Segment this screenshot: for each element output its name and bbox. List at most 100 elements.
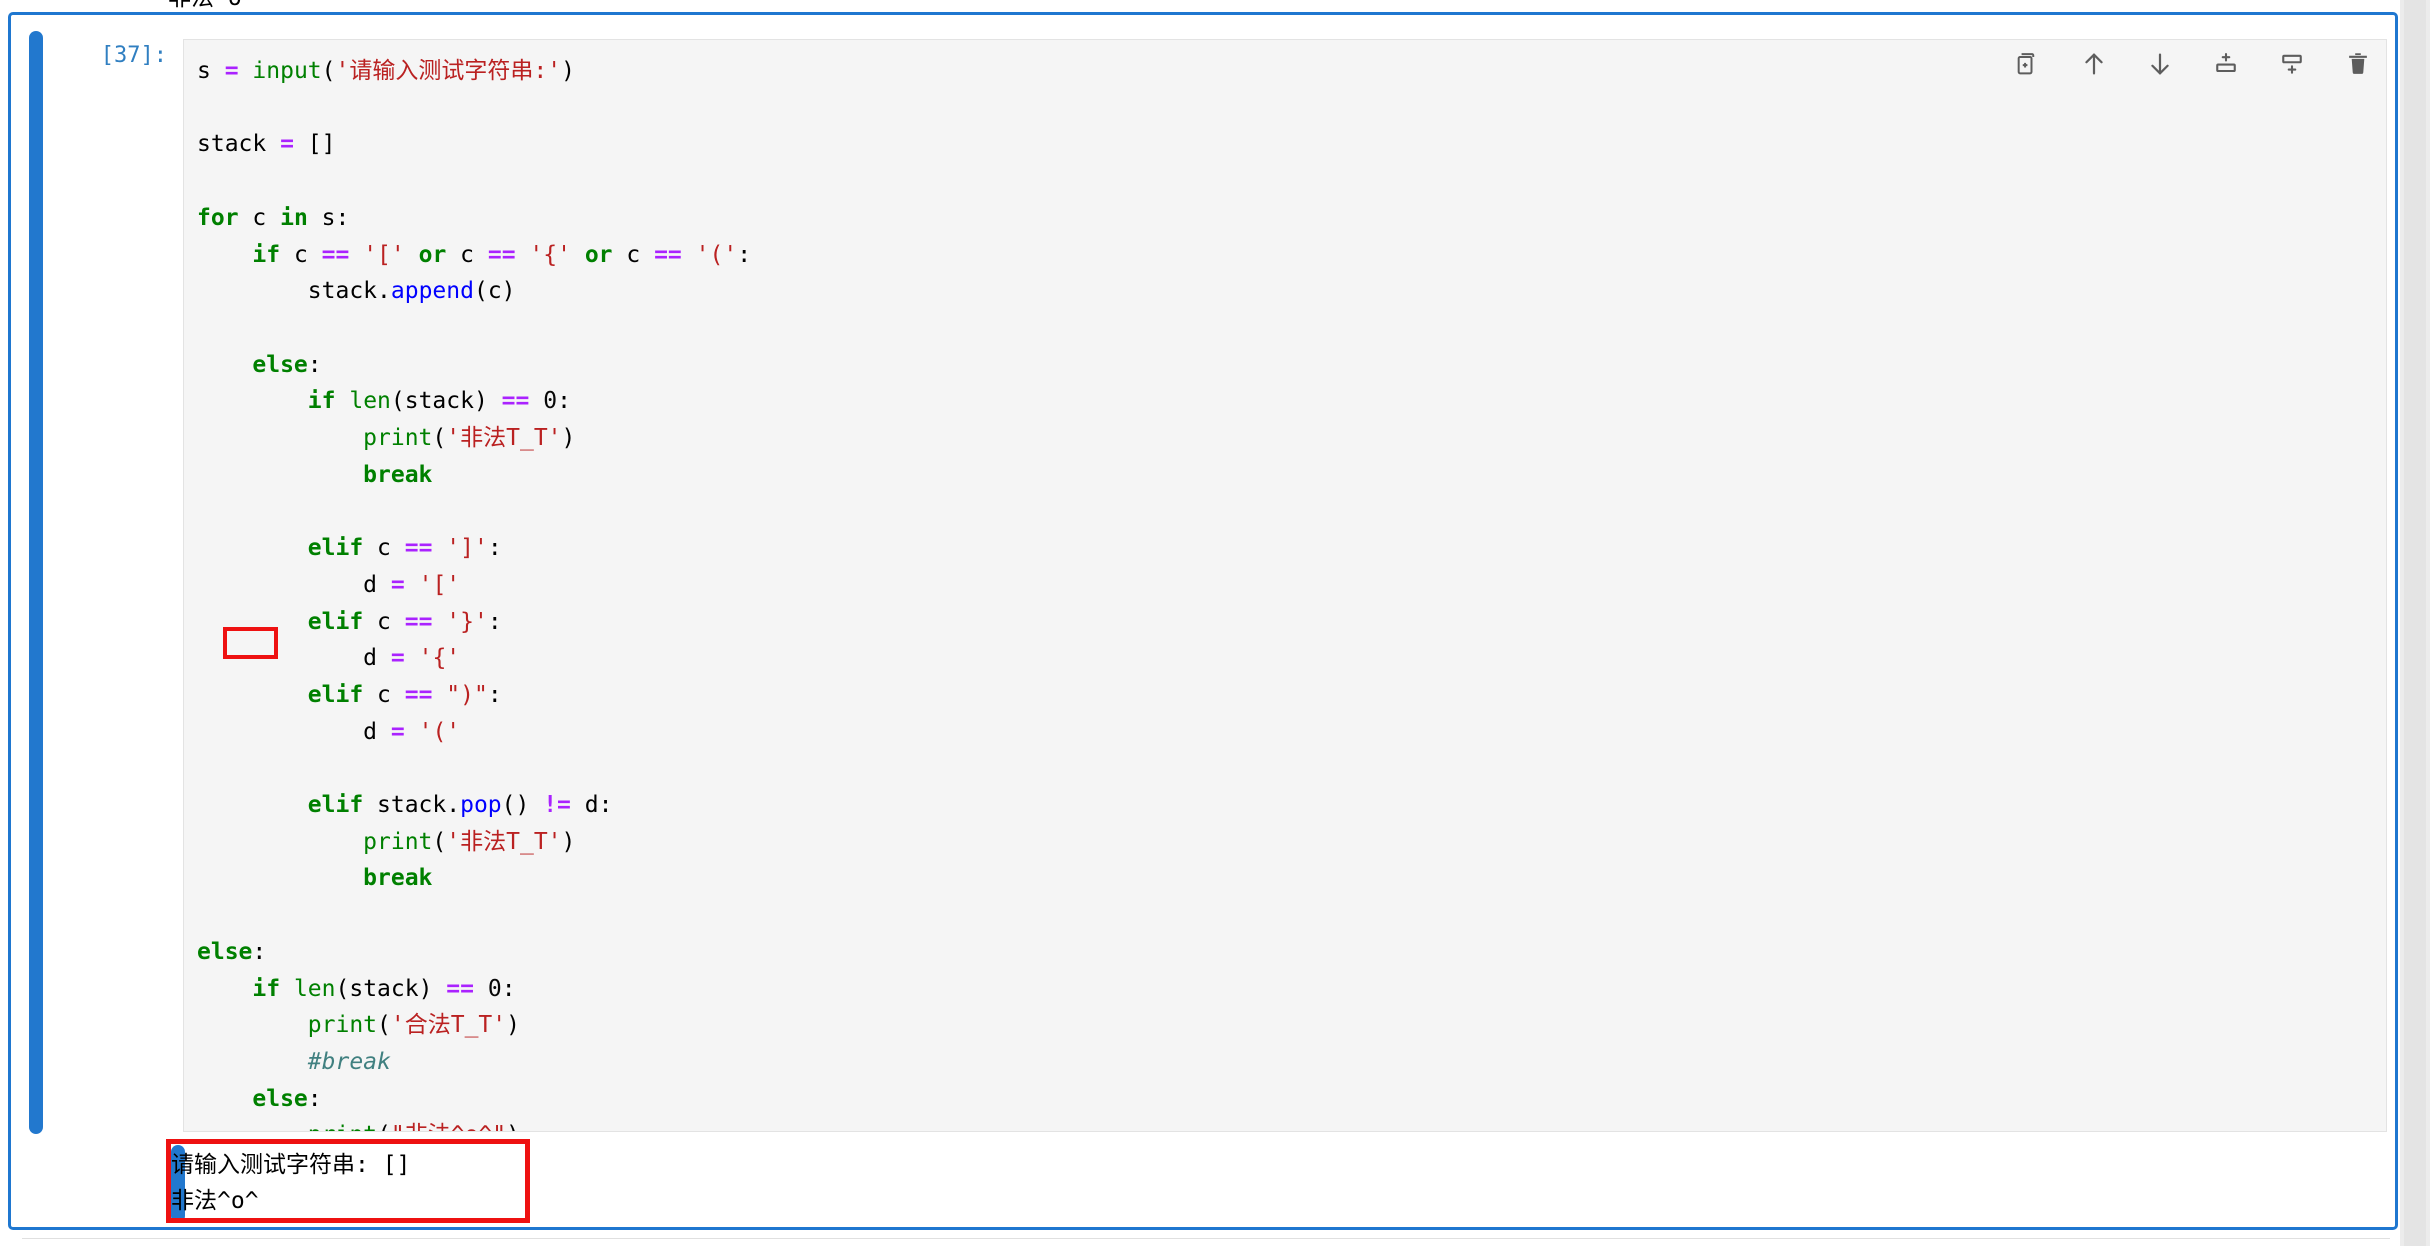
code-token: len xyxy=(293,975,336,1002)
code-token: ( xyxy=(321,58,336,84)
insert-below-icon xyxy=(2278,50,2306,78)
insert-cell-below-button[interactable] xyxy=(2277,49,2307,79)
code-token: if xyxy=(307,388,336,415)
output-line: 请输入测试字符串: [] xyxy=(171,1152,411,1178)
code-token: input xyxy=(252,58,322,84)
code-token: = xyxy=(390,645,405,672)
code-token: : xyxy=(487,681,502,708)
code-token: : xyxy=(252,938,267,965)
code-token: != xyxy=(543,792,571,819)
duplicate-cell-button[interactable] xyxy=(2013,49,2043,79)
code-token: or xyxy=(418,241,447,268)
execution-count-prompt: [37]: xyxy=(100,43,167,68)
cell-toolbar xyxy=(2013,49,2373,79)
code-token: stack. xyxy=(197,278,391,305)
code-content[interactable]: s = input('请输入测试字符串:') stack = [] for c … xyxy=(197,53,751,1131)
trash-icon xyxy=(2344,50,2372,78)
code-token: else xyxy=(252,351,308,378)
code-token: '合法T_T' xyxy=(390,1012,507,1039)
notebook-cell[interactable]: [37]: s = input('请输入测试字符串:') stack = [] … xyxy=(8,12,2398,1230)
code-token: == xyxy=(501,388,530,415)
code-token: stack. xyxy=(363,792,461,819)
code-token: c xyxy=(446,241,488,268)
code-token: : xyxy=(307,351,322,378)
code-token: c xyxy=(280,241,322,268)
move-cell-up-button[interactable] xyxy=(2079,49,2109,79)
code-token: == xyxy=(404,535,433,562)
code-token: '}' xyxy=(446,608,488,635)
cell-selection-bar-input xyxy=(29,31,43,1134)
code-token: s: xyxy=(307,204,350,231)
code-token: #break xyxy=(307,1048,391,1075)
code-token: '(' xyxy=(418,718,461,745)
next-cell-divider xyxy=(22,1238,2390,1246)
code-token: c xyxy=(363,535,405,562)
code-token: ( xyxy=(377,1012,391,1039)
code-token: "非法^o^" xyxy=(391,1122,506,1131)
code-token: or xyxy=(584,241,613,268)
code-token: if xyxy=(252,975,281,1002)
code-token: ")" xyxy=(446,681,488,708)
code-token: 0 xyxy=(487,975,502,1002)
code-token: ) xyxy=(506,1012,520,1039)
code-token: d xyxy=(197,718,391,745)
code-token: = xyxy=(390,571,405,598)
notebook-scrollbar-thumb[interactable] xyxy=(2404,0,2426,1246)
code-token: if xyxy=(252,241,281,268)
code-token: print xyxy=(308,1122,377,1131)
code-token: elif xyxy=(307,681,364,708)
code-token: '请输入测试字符串:' xyxy=(335,58,562,84)
code-token: ) xyxy=(561,58,575,84)
code-token: : xyxy=(557,388,571,415)
code-token: '非法T_T' xyxy=(446,828,562,855)
code-token: ']' xyxy=(446,535,488,562)
code-token: print xyxy=(307,1012,378,1039)
code-token: ( xyxy=(432,425,447,452)
code-token: elif xyxy=(307,608,364,635)
cell-output: 请输入测试字符串: [] 非法^o^ xyxy=(171,1147,410,1219)
code-token: ) xyxy=(506,1122,520,1131)
code-token: 0 xyxy=(543,388,558,415)
code-token: break xyxy=(363,865,433,892)
output-line: 非法^o^ xyxy=(171,1188,259,1214)
code-token: append xyxy=(390,278,474,305)
insert-cell-above-button[interactable] xyxy=(2211,49,2241,79)
code-token: ) xyxy=(561,828,576,855)
code-token: == xyxy=(446,975,474,1002)
move-cell-down-button[interactable] xyxy=(2145,49,2175,79)
code-token: d xyxy=(197,645,391,672)
code-token: == xyxy=(321,241,350,268)
code-token: print xyxy=(363,425,433,452)
code-editor[interactable]: s = input('请输入测试字符串:') stack = [] for c … xyxy=(183,39,2387,1132)
code-token: () xyxy=(501,792,544,819)
delete-cell-button[interactable] xyxy=(2343,49,2373,79)
code-token: == xyxy=(654,241,682,268)
code-token: == xyxy=(404,681,433,708)
code-token: d xyxy=(197,571,391,598)
code-token: '非法T_T' xyxy=(446,425,562,452)
notebook-scrollbar-gutter[interactable] xyxy=(2400,0,2430,1246)
